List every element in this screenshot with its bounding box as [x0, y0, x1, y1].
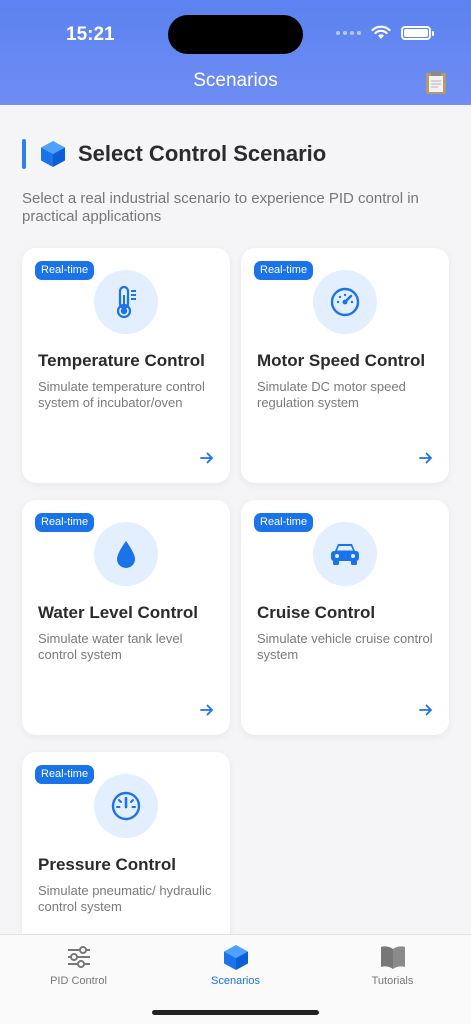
card-title: Pressure Control	[38, 855, 176, 874]
realtime-badge: Real-time	[35, 261, 95, 280]
tab-label: PID Control	[50, 975, 107, 987]
clipboard-icon[interactable]	[423, 69, 449, 95]
section-header: Select Control Scenario	[22, 138, 326, 170]
section-title: Select Control Scenario	[78, 141, 327, 166]
icon-circle	[94, 522, 158, 586]
card-description: Simulate pneumatic/ hydraulic control sy…	[38, 883, 212, 914]
icon-circle	[94, 270, 158, 334]
tab-label: Tutorials	[371, 975, 414, 987]
tab-pid-control[interactable]: PID Control	[0, 943, 157, 987]
card-title: Water Level Control	[38, 603, 198, 622]
car-icon	[331, 544, 359, 565]
arrow-right-icon[interactable]	[419, 451, 433, 465]
scenario-card-cruise[interactable]: Real-time Cruise Control Simulate vehicl…	[241, 500, 449, 735]
dynamic-island	[168, 15, 303, 54]
scenario-card-motor-speed[interactable]: Real-time Motor Speed Control Simulate D…	[241, 248, 449, 483]
tab-scenarios[interactable]: Scenarios	[157, 943, 314, 987]
water-drop-icon	[117, 541, 135, 568]
card-title: Cruise Control	[257, 603, 376, 622]
realtime-badge: Real-time	[254, 513, 314, 532]
status-time: 15:21	[66, 24, 115, 45]
book-icon	[380, 946, 405, 969]
card-description: Simulate vehicle cruise control system	[257, 631, 433, 662]
realtime-badge: Real-time	[35, 513, 95, 532]
cube-icon	[41, 141, 65, 167]
card-description: Simulate DC motor speed regulation syste…	[257, 379, 406, 410]
thermometer-icon	[116, 285, 136, 319]
arrow-right-icon[interactable]	[419, 703, 433, 717]
cube-icon	[223, 945, 248, 970]
tab-tutorials[interactable]: Tutorials	[314, 943, 471, 987]
arrow-right-icon[interactable]	[200, 451, 214, 465]
header-bar: 15:21 Scenarios	[0, 0, 471, 105]
card-description: Simulate temperature control system of i…	[38, 379, 205, 410]
speedometer-icon	[330, 287, 360, 317]
icon-circle	[94, 774, 158, 838]
card-title: Motor Speed Control	[257, 351, 426, 370]
arrow-right-icon[interactable]	[200, 703, 214, 717]
card-title: Temperature Control	[38, 351, 205, 370]
section-description: Select a real industrial scenario to exp…	[22, 190, 419, 225]
wifi-icon	[371, 25, 391, 39]
card-description: Simulate water tank level control system	[38, 631, 183, 662]
status-icons	[336, 25, 434, 40]
page-title: Scenarios	[193, 70, 278, 91]
signal-icon	[336, 30, 361, 35]
pressure-gauge-icon	[111, 791, 141, 821]
scenario-card-water-level[interactable]: Real-time Water Level Control Simulate w…	[22, 500, 230, 735]
icon-circle	[313, 270, 377, 334]
realtime-badge: Real-time	[35, 765, 95, 784]
scenario-card-temperature[interactable]: Real-time Temperature Control Simulate t…	[22, 248, 230, 483]
icon-circle	[313, 522, 377, 586]
home-indicator[interactable]	[152, 1010, 319, 1015]
accent-bar	[22, 139, 26, 169]
sliders-icon	[67, 946, 90, 968]
battery-icon	[401, 25, 434, 40]
realtime-badge: Real-time	[254, 261, 314, 280]
tab-label: Scenarios	[211, 975, 260, 987]
